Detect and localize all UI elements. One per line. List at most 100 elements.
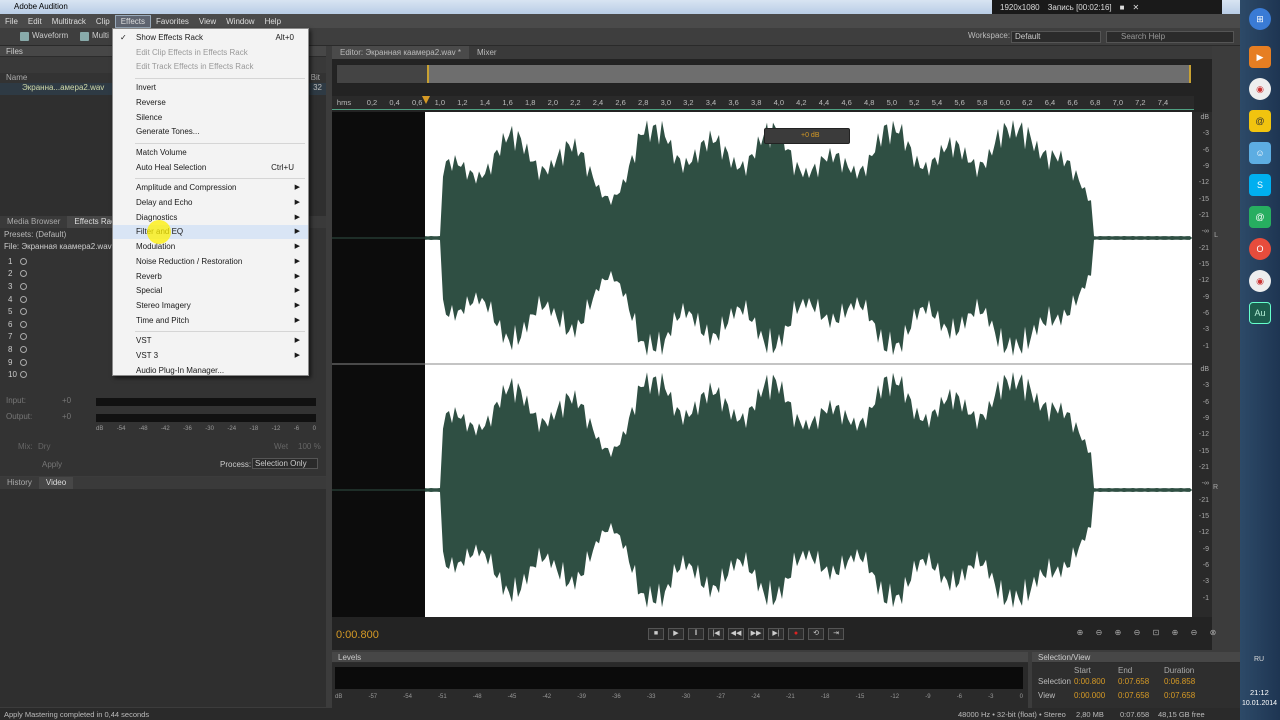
- multitrack-view-button[interactable]: Multi: [78, 31, 109, 43]
- output-value[interactable]: +0: [62, 412, 71, 421]
- menu-item-delay-and-echo[interactable]: Delay and Echo ▶: [113, 196, 308, 210]
- workspace-select[interactable]: Default: [1011, 31, 1101, 43]
- menu-item-noise-reduction-restoration[interactable]: Noise Reduction / Restoration ▶: [113, 255, 308, 269]
- power-icon[interactable]: [20, 333, 27, 341]
- waveform-view-button[interactable]: Waveform: [18, 31, 68, 43]
- zoom-in-point-icon[interactable]: ⊕: [1167, 628, 1183, 640]
- user-icon[interactable]: ☺: [1249, 142, 1271, 164]
- input-value[interactable]: +0: [62, 396, 71, 405]
- menu-item-amplitude-and-compression[interactable]: Amplitude and Compression ▶: [113, 181, 308, 195]
- power-icon[interactable]: [20, 358, 27, 366]
- opera-icon[interactable]: O: [1249, 238, 1271, 260]
- view-start[interactable]: 0:00.000: [1074, 691, 1105, 700]
- zoom-full-icon[interactable]: ⊡: [1148, 628, 1164, 640]
- channel-r-label[interactable]: R: [1213, 484, 1218, 491]
- menu-help[interactable]: Help: [260, 17, 286, 26]
- menu-multitrack[interactable]: Multitrack: [47, 17, 91, 26]
- volume-hud[interactable]: +0 dB: [764, 128, 850, 144]
- mail-icon[interactable]: @: [1249, 110, 1271, 132]
- menu-item-vst-3[interactable]: VST 3 ▶: [113, 349, 308, 363]
- agent-icon[interactable]: @: [1249, 206, 1271, 228]
- zoom-selection-icon[interactable]: ⊗: [1205, 628, 1221, 640]
- menu-item-generate-tones[interactable]: Generate Tones...: [113, 125, 308, 139]
- tab-editor[interactable]: Editor: Экранная каамера2.wav *: [332, 46, 469, 59]
- menu-item-vst[interactable]: VST ▶: [113, 334, 308, 348]
- skip-start-icon[interactable]: |◀: [708, 628, 724, 640]
- power-icon[interactable]: [20, 295, 27, 303]
- waveform-canvas[interactable]: [332, 112, 1192, 617]
- selection-start[interactable]: 0:00.800: [1074, 677, 1105, 686]
- menu-favorites[interactable]: Favorites: [151, 17, 194, 26]
- menu-clip[interactable]: Clip: [91, 17, 115, 26]
- menu-item-show-effects-rack[interactable]: ✓ Show Effects Rack Alt+0: [113, 31, 308, 45]
- loop-icon[interactable]: ⟲: [808, 628, 824, 640]
- power-icon[interactable]: [20, 320, 27, 328]
- view-end[interactable]: 0:07.658: [1118, 691, 1149, 700]
- presets-select[interactable]: (Default): [36, 230, 67, 239]
- close-icon[interactable]: ✕: [1133, 3, 1140, 12]
- menu-item-diagnostics[interactable]: Diagnostics ▶: [113, 211, 308, 225]
- col-name[interactable]: Name: [6, 73, 27, 83]
- menu-item-silence[interactable]: Silence: [113, 111, 308, 125]
- rewind-icon[interactable]: ◀◀: [728, 628, 744, 640]
- zoom-out-amplitude-icon[interactable]: ⊖: [1091, 628, 1107, 640]
- start-icon[interactable]: ⊞: [1249, 8, 1271, 30]
- zoom-out-time-icon[interactable]: ⊖: [1129, 628, 1145, 640]
- tab-video[interactable]: Video: [38, 477, 74, 489]
- selection-duration[interactable]: 0:06.858: [1164, 677, 1195, 686]
- menu-item-audio-plug-in-manager[interactable]: Audio Plug-In Manager...: [113, 364, 308, 378]
- media-player-icon[interactable]: ▶: [1249, 46, 1271, 68]
- menu-item-match-volume[interactable]: Match Volume: [113, 146, 308, 160]
- pause-icon[interactable]: ‖: [688, 628, 704, 640]
- power-icon[interactable]: [20, 257, 27, 265]
- menu-item-filter-and-eq[interactable]: Filter and EQ▶: [113, 225, 308, 240]
- overview-bar[interactable]: [336, 64, 1192, 84]
- chrome-alt-icon[interactable]: ◉: [1249, 270, 1271, 292]
- menu-item-invert[interactable]: Invert: [113, 81, 308, 95]
- menu-effects[interactable]: Effects: [114, 14, 152, 28]
- clock-time[interactable]: 21:12: [1250, 688, 1269, 697]
- power-icon[interactable]: [20, 282, 27, 290]
- stop-icon[interactable]: ■: [1120, 3, 1125, 12]
- power-icon[interactable]: [20, 270, 27, 278]
- skip-selection-icon[interactable]: ⇥: [828, 628, 844, 640]
- skype-icon[interactable]: S: [1249, 174, 1271, 196]
- record-icon[interactable]: ●: [788, 628, 804, 640]
- language-indicator[interactable]: RU: [1254, 656, 1264, 663]
- menu-edit[interactable]: Edit: [23, 17, 47, 26]
- tab-media-browser[interactable]: Media Browser: [0, 216, 67, 228]
- overview-visible-range[interactable]: [427, 65, 1191, 83]
- menu-item-modulation[interactable]: Modulation ▶: [113, 240, 308, 254]
- selection-end[interactable]: 0:07.658: [1118, 677, 1149, 686]
- menu-item-reverb[interactable]: Reverb ▶: [113, 270, 308, 284]
- power-icon[interactable]: [20, 345, 27, 353]
- power-icon[interactable]: [20, 308, 27, 316]
- menu-file[interactable]: File: [0, 17, 23, 26]
- forward-icon[interactable]: ▶▶: [748, 628, 764, 640]
- clock-date[interactable]: 10.01.2014: [1242, 700, 1277, 707]
- audition-icon[interactable]: Au: [1249, 302, 1271, 324]
- menu-window[interactable]: Window: [221, 17, 259, 26]
- power-icon[interactable]: [20, 371, 27, 379]
- menu-item-time-and-pitch[interactable]: Time and Pitch ▶: [113, 314, 308, 328]
- time-ruler[interactable]: hms 0,2 0,4 0,6 1,0 1,2 1,4 1,6 1,8 2,0 2,2 2,4 2,6…: [332, 96, 1194, 110]
- menu-item-reverse[interactable]: Reverse: [113, 96, 308, 110]
- apply-button[interactable]: Apply: [42, 460, 62, 469]
- chrome-icon[interactable]: ◉: [1249, 78, 1271, 100]
- zoom-out-point-icon[interactable]: ⊖: [1186, 628, 1202, 640]
- channel-l-label[interactable]: L: [1214, 232, 1218, 239]
- zoom-in-amplitude-icon[interactable]: ⊕: [1072, 628, 1088, 640]
- playhead-icon[interactable]: [422, 96, 430, 104]
- menu-item-special[interactable]: Special ▶: [113, 284, 308, 298]
- play-icon[interactable]: ▶: [668, 628, 684, 640]
- tab-mixer[interactable]: Mixer: [469, 46, 505, 59]
- menu-item-stereo-imagery[interactable]: Stereo Imagery ▶: [113, 299, 308, 313]
- process-select[interactable]: Selection Only: [252, 458, 318, 469]
- search-help-input[interactable]: Search Help: [1106, 31, 1234, 43]
- tab-history[interactable]: History: [0, 477, 39, 489]
- zoom-in-time-icon[interactable]: ⊕: [1110, 628, 1126, 640]
- menu-view[interactable]: View: [194, 17, 221, 26]
- col-bit[interactable]: Bit: [311, 73, 320, 83]
- menu-item-auto-heal-selection[interactable]: Auto Heal Selection Ctrl+U: [113, 161, 308, 175]
- skip-end-icon[interactable]: ▶|: [768, 628, 784, 640]
